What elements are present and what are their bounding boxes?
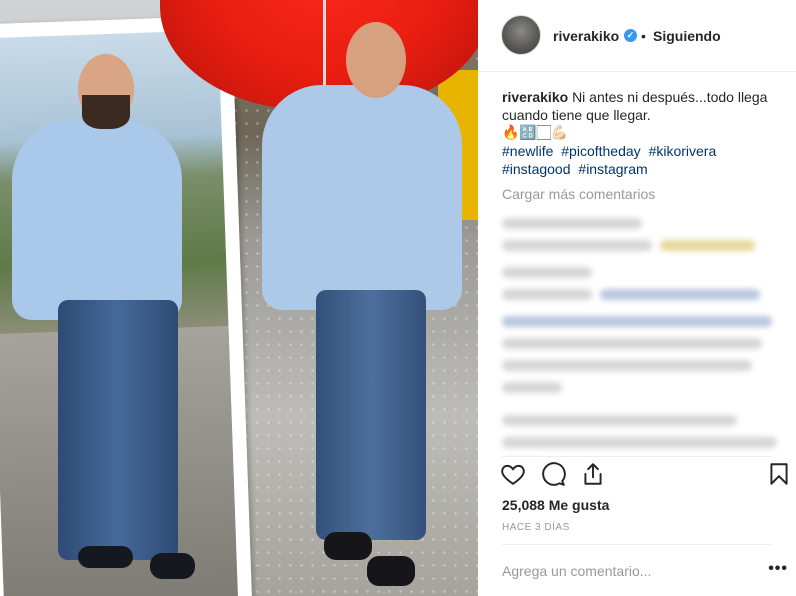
blurred-comment — [502, 415, 737, 426]
blurred-comments — [496, 207, 790, 457]
blurred-comment — [502, 382, 562, 393]
person-after-jeans — [316, 290, 426, 540]
person-before-jeans — [58, 300, 178, 560]
person-after-head — [346, 22, 406, 98]
action-bar — [500, 461, 790, 491]
blurred-comment — [502, 316, 772, 327]
person-before-shoe — [150, 553, 195, 579]
divider — [502, 456, 772, 457]
person-after-shoe — [324, 532, 372, 560]
heart-icon[interactable] — [500, 461, 526, 487]
blurred-comment — [502, 240, 652, 251]
person-before-beard — [82, 95, 130, 129]
avatar[interactable] — [501, 15, 541, 55]
username-link[interactable]: riverakiko — [553, 28, 619, 44]
blurred-comment — [502, 360, 752, 371]
hashtag-link[interactable]: #instagood — [502, 161, 571, 177]
separator-dot: • — [641, 28, 646, 44]
blurred-comment — [502, 437, 777, 448]
bookmark-icon[interactable] — [766, 461, 792, 487]
person-before-shirt — [12, 120, 182, 320]
post-timestamp[interactable]: HACE 3 DÍAS — [502, 522, 570, 533]
add-comment-input[interactable]: Agrega un comentario... — [502, 563, 651, 579]
verified-badge-icon: ✓ — [624, 29, 637, 42]
likes-count[interactable]: 25,088 Me gusta — [502, 497, 609, 513]
person-before-shoe — [78, 546, 133, 568]
hashtag-link[interactable]: #instagram — [578, 161, 647, 177]
blurred-comment — [502, 289, 592, 300]
hashtag-link[interactable]: #picoftheday — [561, 143, 640, 159]
more-options-icon[interactable]: ••• — [768, 560, 788, 578]
post-side-panel: riverakiko ✓ • Siguiendo riverakiko Ni a… — [478, 0, 796, 596]
hashtag-list: #newlife #picoftheday #kikorivera #insta… — [502, 142, 772, 178]
blurred-comment — [502, 218, 642, 229]
post-header: riverakiko ✓ • Siguiendo — [478, 0, 796, 72]
load-more-comments-link[interactable]: Cargar más comentarios — [502, 186, 655, 202]
caption: riverakiko Ni antes ni después...todo ll… — [502, 88, 782, 124]
caption-emojis: 🔥🔠🏻💪🏻 — [502, 124, 569, 140]
divider — [502, 544, 772, 545]
person-after-shoe — [367, 556, 415, 586]
caption-username-link[interactable]: riverakiko — [502, 89, 568, 105]
blurred-comment — [600, 289, 761, 300]
share-icon[interactable] — [580, 461, 606, 487]
blurred-comment — [660, 240, 756, 251]
person-after-shirt — [262, 85, 462, 310]
follow-status-button[interactable]: Siguiendo — [653, 28, 721, 44]
hashtag-link[interactable]: #newlife — [502, 143, 553, 159]
post-image[interactable] — [0, 0, 478, 596]
blurred-comment — [502, 338, 762, 349]
blurred-comment — [502, 267, 592, 278]
hashtag-link[interactable]: #kikorivera — [649, 143, 717, 159]
comment-icon[interactable] — [540, 461, 566, 487]
